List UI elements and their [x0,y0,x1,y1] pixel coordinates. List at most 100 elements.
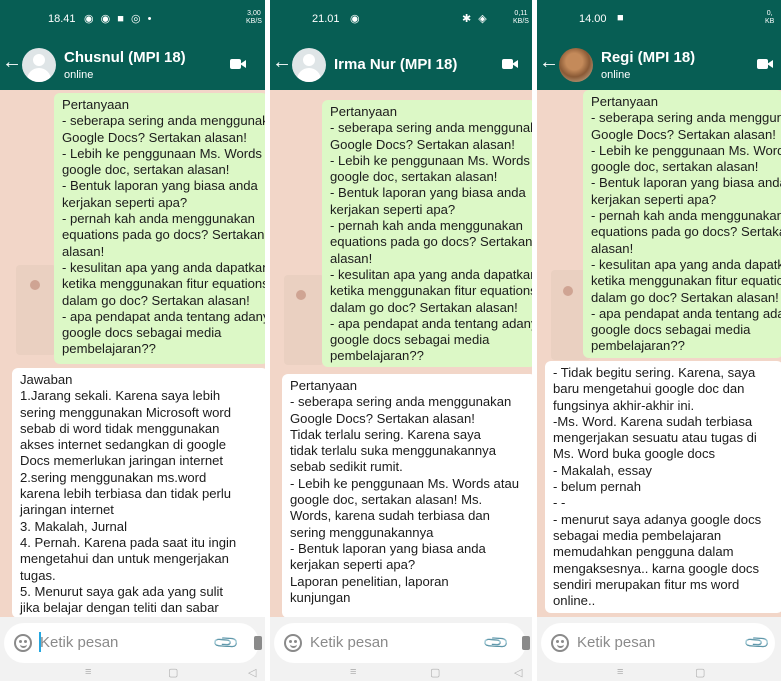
notification-icons: ◉ ◉ ■ ◎ • [84,13,154,25]
message-line: fungsinya akhir-akhir ini. [553,397,695,413]
incoming-message-bubble[interactable]: - Tidak begitu sering. Karena, saya baru… [545,361,781,613]
status-bar: 18.41 ◉ ◉ ■ ◎ • 3,00 KB/S [0,0,265,40]
message-line: - Lebih ke penggunaan Ms. Words atau [591,142,781,158]
message-line: alasan! [330,250,373,266]
outgoing-message-bubble[interactable]: Pertanyaan - seberapa sering anda menggu… [583,90,781,358]
message-line: - kesulitan apa yang anda dapatkan [591,256,781,272]
back-arrow-icon[interactable]: ← [539,52,559,72]
back-nav-icon[interactable]: ◁ [514,666,522,679]
message-line: google docs sebagai media [330,332,490,348]
message-line: Tidak terlalu sering. Karena saya [290,426,481,442]
outgoing-message-bubble[interactable]: Pertanyaan - seberapa sering anda menggu… [54,93,265,364]
network-speed-unit: KB/S [513,18,529,25]
attach-icon[interactable]: 📎 [743,628,772,657]
camera-icon[interactable] [522,636,530,650]
message-line: Pertanyaan [330,104,397,119]
recents-nav-icon[interactable]: ≡ [85,666,91,678]
message-line: pembelajaran?? [62,341,156,357]
chat-screen-irma: 21.01 ◉ ✱ ◈ 0,11 KB/S ← Irma Nur (MPI 18… [270,0,532,681]
contact-avatar[interactable] [22,48,56,82]
status-bar: 14.00 ■ 0, KB [537,0,781,40]
network-speed-value: 0,11 [514,10,528,17]
outgoing-message-bubble[interactable]: Pertanyaan - seberapa sering anda menggu… [322,100,532,367]
emoji-icon[interactable] [14,634,32,652]
recents-nav-icon[interactable]: ≡ [350,666,356,678]
network-speed-value: 0, [766,10,773,17]
message-line: mengaksesnya.. karna google docs [553,560,759,576]
contact-name[interactable]: Irma Nur (MPI 18) [334,56,457,73]
message-line: - menurut saya adanya google docs [553,511,762,527]
contact-status: online [64,69,94,81]
network-speed: 3,00 KB/S [246,10,262,26]
camera-icon[interactable] [254,636,262,650]
back-arrow-icon[interactable]: ← [272,52,292,72]
back-arrow-icon[interactable]: ← [2,52,22,72]
message-line: kerjakan seperti apa? [330,201,456,217]
emoji-icon[interactable] [284,634,302,652]
message-line: - kesulitan apa yang anda dapatkan [62,259,265,275]
wallpaper-doodle [563,286,573,296]
contact-avatar[interactable] [292,48,326,82]
message-line: google docs sebagai media [591,322,751,338]
video-call-icon[interactable] [230,58,246,70]
video-call-icon[interactable] [757,58,773,70]
contact-name[interactable]: Chusnul (MPI 18) [64,49,186,66]
contact-avatar[interactable] [559,48,593,82]
message-line: - seberapa sering anda menggunakan [290,394,512,410]
message-line: - apa pendapat anda tentang adanya [591,305,781,321]
connectivity-icons: ✱ ◈ [462,13,489,25]
message-line: 1.Jarang sekali. Karena saya lebih [20,388,221,404]
incoming-message-bubble[interactable]: Pertanyaan - seberapa sering anda menggu… [282,374,532,618]
message-line: - Lebih ke penggunaan Ms. Words atau [290,475,520,491]
attach-icon[interactable]: 📎 [482,628,511,657]
message-line: mengerjakan sesuatu atau tugas di [553,430,757,446]
incoming-message-bubble[interactable]: Jawaban 1.Jarang sekali. Karena saya leb… [12,368,265,618]
emoji-icon[interactable] [551,634,569,652]
message-line: 3. Makalah, Jurnal [20,518,127,534]
message-line: memudahkan pengguna dalam [553,544,734,560]
message-line: jika belajar dengan teliti dan sabar [20,600,219,616]
recents-nav-icon[interactable]: ≡ [617,666,623,678]
home-nav-icon[interactable]: ▢ [168,666,178,679]
message-line: - kesulitan apa yang anda dapatkan [330,266,532,282]
home-nav-icon[interactable]: ▢ [695,666,705,679]
message-line: alasan! [62,243,105,259]
message-line: equations pada go docs? Sertakan [330,234,532,250]
message-line: - - [553,495,566,511]
message-line: kunjungan [290,589,351,605]
message-line: Pertanyaan [290,378,357,393]
message-input[interactable]: Ketik pesan 📎 [274,623,530,663]
contact-name[interactable]: Regi (MPI 18) [601,49,695,66]
message-line: - belum pernah [553,479,642,495]
message-input[interactable]: Ketik pesan 📎 [4,623,262,663]
wallpaper-doodle [30,280,40,290]
message-line: equations pada go docs? Sertakan [62,227,265,243]
message-line: Jawaban [20,372,73,387]
message-line: google doc, sertakan alasan! [62,162,230,178]
message-line: -Ms. Word. Karena sudah terbiasa [553,413,753,429]
message-line: alasan! [591,240,634,256]
back-nav-icon[interactable]: ◁ [248,666,256,679]
message-line: - Makalah, essay [553,462,652,478]
video-call-icon[interactable] [502,58,518,70]
message-input[interactable]: Ketik pesan 📎 [541,623,775,663]
message-line: - apa pendapat anda tentang adanya [330,315,532,331]
message-line: Words, karena sudah terbiasa dan [290,508,490,524]
message-line: online.. [553,593,596,609]
message-line: dalam go doc? Sertakan alasan! [591,289,779,305]
message-line: sendiri merupakan fitur ms word [553,576,740,592]
network-speed-value: 3,00 [247,10,261,17]
message-input-placeholder: Ketik pesan [577,634,656,651]
message-line: - Bentuk laporan yang biasa anda [62,178,258,194]
message-line: - Bentuk laporan yang biasa anda [290,540,486,556]
message-line: Docs memerlukan jaringan internet [20,453,224,469]
message-line: kerjakan seperti apa? [591,191,717,207]
message-line: Google Docs? Sertakan alasan! [290,410,475,426]
home-nav-icon[interactable]: ▢ [430,666,440,679]
message-line: ketika menggunakan fitur equations [330,283,532,299]
message-line: sering menggunakannya [290,524,434,540]
notification-icons: ◉ [350,13,362,25]
wallpaper-doodle [296,290,306,300]
attach-icon[interactable]: 📎 [212,628,241,657]
message-line: 2.sering menggunakan ms.word [20,469,207,485]
